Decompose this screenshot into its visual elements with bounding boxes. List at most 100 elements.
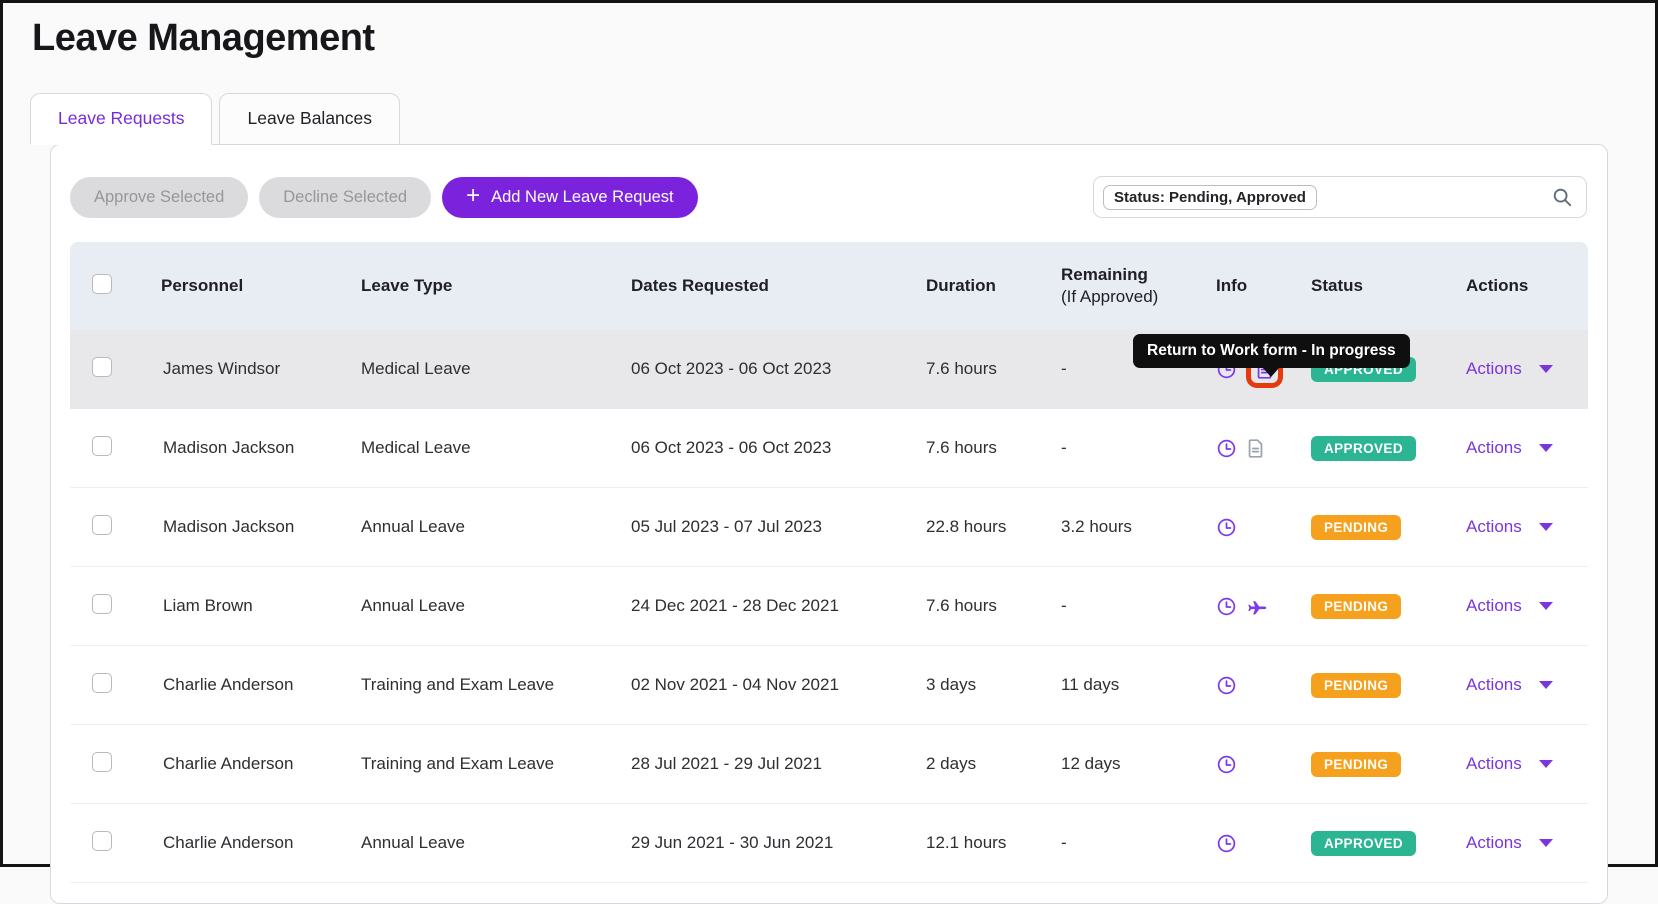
clock-icon[interactable]: [1216, 833, 1237, 854]
column-header-duration: Duration: [916, 276, 1051, 296]
column-header-info: Info: [1206, 276, 1301, 296]
chevron-down-icon: [1539, 760, 1553, 768]
table-row: Madison JacksonMedical Leave06 Oct 2023 …: [70, 409, 1588, 488]
leave-type: Annual Leave: [351, 596, 621, 616]
approve-selected-button[interactable]: Approve Selected: [70, 177, 248, 218]
dates-requested: 02 Nov 2021 - 04 Nov 2021: [621, 675, 916, 695]
leave-requests-panel: Approve Selected Decline Selected + Add …: [50, 144, 1608, 904]
row-checkbox[interactable]: [92, 752, 112, 772]
remaining-balance: -: [1051, 833, 1206, 853]
chevron-down-icon: [1539, 602, 1553, 610]
row-checkbox[interactable]: [92, 357, 112, 377]
tooltip-caret: [1263, 368, 1279, 377]
plus-icon: +: [466, 184, 480, 208]
status-badge: PENDING: [1311, 594, 1401, 619]
table-row: Madison JacksonAnnual Leave05 Jul 2023 -…: [70, 488, 1588, 567]
actions-dropdown[interactable]: Actions: [1466, 359, 1588, 379]
actions-dropdown[interactable]: Actions: [1466, 438, 1588, 458]
plane-icon[interactable]: [1246, 596, 1269, 617]
actions-dropdown[interactable]: Actions: [1466, 517, 1588, 537]
dates-requested: 06 Oct 2023 - 06 Oct 2023: [621, 438, 916, 458]
dates-requested: 24 Dec 2021 - 28 Dec 2021: [621, 596, 916, 616]
table-row: Charlie AndersonTraining and Exam Leave0…: [70, 646, 1588, 725]
status-filter-chip[interactable]: Status: Pending, Approved: [1103, 185, 1317, 210]
remaining-balance: 3.2 hours: [1051, 517, 1206, 537]
add-leave-request-label: Add New Leave Request: [491, 188, 674, 207]
search-icon[interactable]: [1551, 186, 1573, 208]
actions-label: Actions: [1466, 754, 1522, 774]
info-cell: [1206, 517, 1301, 538]
actions-label: Actions: [1466, 596, 1522, 616]
clock-icon[interactable]: [1216, 438, 1237, 459]
status-badge: PENDING: [1311, 515, 1401, 540]
duration: 22.8 hours: [916, 517, 1051, 537]
remaining-balance: -: [1051, 438, 1206, 458]
column-header-status: Status: [1301, 276, 1456, 296]
leave-type: Annual Leave: [351, 833, 621, 853]
leave-type: Medical Leave: [351, 438, 621, 458]
personnel-name: Madison Jackson: [151, 517, 351, 537]
dates-requested: 06 Oct 2023 - 06 Oct 2023: [621, 359, 916, 379]
clock-icon[interactable]: [1216, 596, 1237, 617]
row-checkbox[interactable]: [92, 436, 112, 456]
duration: 7.6 hours: [916, 596, 1051, 616]
remaining-balance: -: [1051, 596, 1206, 616]
personnel-name: Charlie Anderson: [151, 675, 351, 695]
clock-icon[interactable]: [1216, 754, 1237, 775]
column-header-dates: Dates Requested: [621, 276, 916, 296]
chevron-down-icon: [1539, 681, 1553, 689]
actions-label: Actions: [1466, 833, 1522, 853]
actions-label: Actions: [1466, 675, 1522, 695]
decline-selected-button[interactable]: Decline Selected: [259, 177, 431, 218]
column-header-personnel: Personnel: [151, 276, 351, 296]
info-cell: [1206, 438, 1301, 459]
document-icon[interactable]: [1246, 438, 1265, 459]
info-cell: [1206, 833, 1301, 854]
table-row: Charlie AndersonAnnual Leave29 Jun 2021 …: [70, 804, 1588, 883]
column-header-remaining: Remaining (If Approved): [1051, 265, 1206, 307]
remaining-balance: 12 days: [1051, 754, 1206, 774]
dates-requested: 29 Jun 2021 - 30 Jun 2021: [621, 833, 916, 853]
info-cell: [1206, 754, 1301, 775]
status-badge: PENDING: [1311, 673, 1401, 698]
actions-label: Actions: [1466, 359, 1522, 379]
leave-type: Medical Leave: [351, 359, 621, 379]
clock-icon[interactable]: [1216, 517, 1237, 538]
actions-dropdown[interactable]: Actions: [1466, 754, 1588, 774]
page-title: Leave Management: [32, 17, 1655, 60]
personnel-name: Liam Brown: [151, 596, 351, 616]
row-checkbox[interactable]: [92, 831, 112, 851]
duration: 3 days: [916, 675, 1051, 695]
actions-dropdown[interactable]: Actions: [1466, 675, 1588, 695]
chevron-down-icon: [1539, 444, 1553, 452]
search-input[interactable]: Status: Pending, Approved: [1093, 176, 1587, 218]
personnel-name: Charlie Anderson: [151, 833, 351, 853]
actions-dropdown[interactable]: Actions: [1466, 596, 1588, 616]
dates-requested: 28 Jul 2021 - 29 Jul 2021: [621, 754, 916, 774]
actions-label: Actions: [1466, 517, 1522, 537]
row-checkbox[interactable]: [92, 673, 112, 693]
duration: 2 days: [916, 754, 1051, 774]
column-header-actions: Actions: [1456, 276, 1588, 296]
leave-type: Annual Leave: [351, 517, 621, 537]
clock-icon[interactable]: [1216, 675, 1237, 696]
row-checkbox[interactable]: [92, 594, 112, 614]
dates-requested: 05 Jul 2023 - 07 Jul 2023: [621, 517, 916, 537]
tab-leave-requests[interactable]: Leave Requests: [30, 93, 212, 145]
actions-dropdown[interactable]: Actions: [1466, 833, 1588, 853]
table-row: Liam BrownAnnual Leave24 Dec 2021 - 28 D…: [70, 567, 1588, 646]
select-all-checkbox[interactable]: [92, 274, 112, 294]
personnel-name: Charlie Anderson: [151, 754, 351, 774]
status-badge: PENDING: [1311, 752, 1401, 777]
status-badge: APPROVED: [1311, 831, 1416, 856]
tab-leave-balances[interactable]: Leave Balances: [219, 93, 400, 145]
add-leave-request-button[interactable]: + Add New Leave Request: [442, 177, 698, 218]
leave-type: Training and Exam Leave: [351, 754, 621, 774]
chevron-down-icon: [1539, 365, 1553, 373]
duration: 7.6 hours: [916, 359, 1051, 379]
chevron-down-icon: [1539, 523, 1553, 531]
info-cell: [1206, 675, 1301, 696]
tab-bar: Leave Requests Leave Balances: [30, 93, 1655, 145]
row-checkbox[interactable]: [92, 515, 112, 535]
column-header-leave-type: Leave Type: [351, 276, 621, 296]
